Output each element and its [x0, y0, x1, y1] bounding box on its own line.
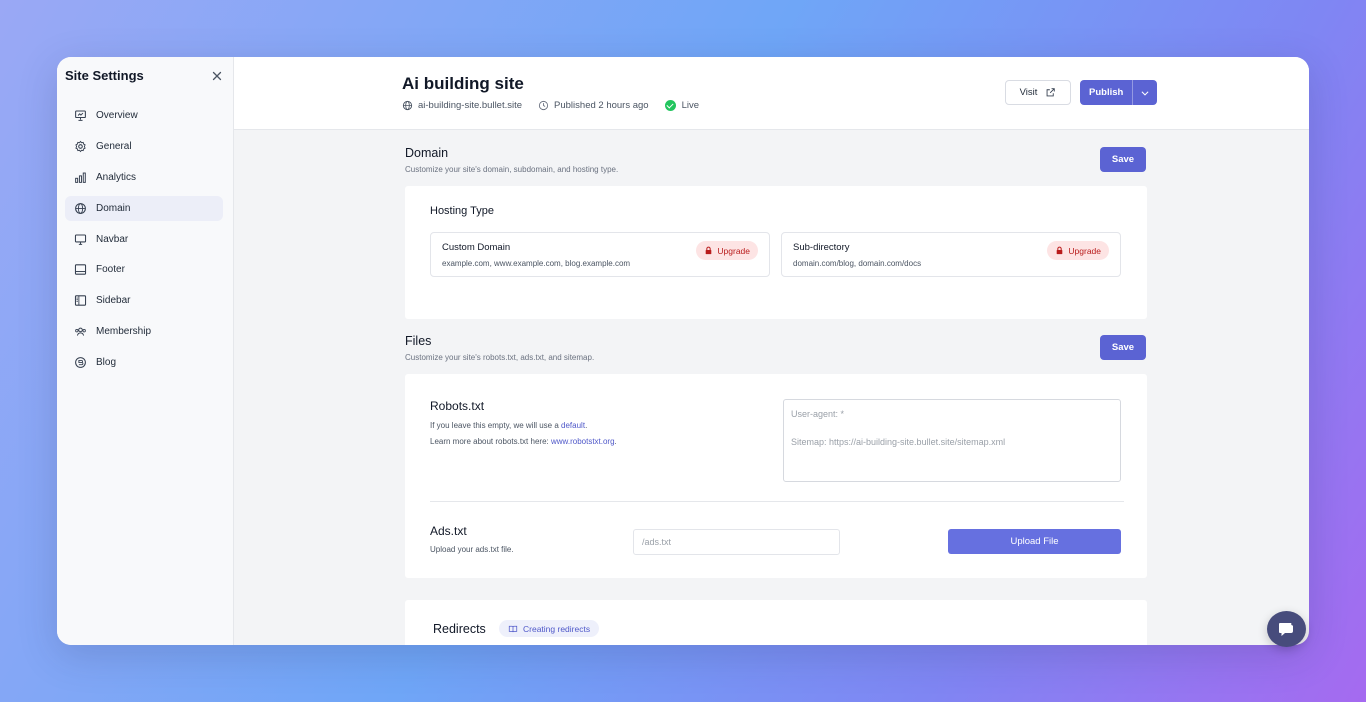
- sidebar-item-label: General: [96, 140, 132, 152]
- sidebar-item-overview[interactable]: Overview: [65, 103, 223, 128]
- upgrade-label: Upgrade: [717, 245, 750, 256]
- redirects-card: Redirects Creating redirects: [405, 600, 1147, 645]
- site-meta: ai-building-site.bullet.site Published 2…: [402, 100, 715, 111]
- creating-redirects-label: Creating redirects: [523, 623, 591, 634]
- sidebar-item-label: Navbar: [96, 233, 129, 245]
- files-card: Robots.txt If you leave this empty, we w…: [405, 374, 1147, 578]
- sidebar-item-general[interactable]: General: [65, 134, 223, 159]
- globe-icon: [75, 202, 86, 214]
- settings-content: Domain Customize your site's domain, sub…: [234, 130, 1309, 645]
- ads-help: Upload your ads.txt file.: [430, 545, 514, 554]
- sidebar-item-label: Sidebar: [96, 295, 131, 307]
- page-title: Ai building site: [402, 74, 524, 93]
- sidebar-item-footer[interactable]: Footer: [65, 257, 223, 282]
- option-title: Custom Domain: [442, 242, 511, 253]
- sidebar: Site Settings Overview General Analytics…: [57, 57, 234, 645]
- sidebar-item-label: Overview: [96, 110, 138, 121]
- upgrade-label: Upgrade: [1068, 245, 1101, 256]
- blog-icon: [75, 357, 86, 369]
- ads-file-input[interactable]: /ads.txt: [633, 529, 840, 555]
- sidebar-layout-icon: [74, 295, 87, 307]
- sidebar-nav: Overview General Analytics Domain Navbar…: [65, 103, 223, 381]
- option-description: example.com, www.example.com, blog.examp…: [442, 259, 631, 268]
- upgrade-badge[interactable]: Upgrade: [696, 241, 758, 260]
- clock-icon: [538, 100, 549, 111]
- gear-icon: [75, 140, 86, 153]
- robotstxt-link[interactable]: www.robotstxt.org: [551, 437, 615, 446]
- visit-button[interactable]: Visit: [1005, 80, 1071, 105]
- sidebar-item-membership[interactable]: Membership: [65, 319, 223, 344]
- publish-label: Publish: [1089, 87, 1124, 98]
- custom-domain-option[interactable]: Custom Domain example.com, www.example.c…: [430, 232, 770, 277]
- publish-button[interactable]: Publish: [1080, 80, 1157, 105]
- publish-time: Published 2 hours ago: [538, 100, 649, 111]
- files-section-subtitle: Customize your site's robots.txt, ads.tx…: [405, 353, 595, 362]
- sidebar-item-navbar[interactable]: Navbar: [65, 227, 223, 252]
- close-icon[interactable]: [209, 68, 225, 84]
- upload-file-button[interactable]: Upload File: [948, 529, 1121, 554]
- status-badge: Live: [664, 100, 700, 111]
- redirects-title: Redirects: [433, 622, 486, 636]
- site-settings-window: Site Settings Overview General Analytics…: [57, 57, 1309, 645]
- bar-chart-icon: [75, 172, 86, 183]
- option-description: domain.com/blog, domain.com/docs: [793, 259, 922, 268]
- status-text: Live: [681, 100, 700, 111]
- robots-title: Robots.txt: [430, 399, 485, 413]
- sidebar-item-label: Blog: [96, 357, 117, 369]
- creating-redirects-link[interactable]: Creating redirects: [499, 620, 600, 637]
- domain-save-button[interactable]: Save: [1100, 147, 1146, 172]
- robots-learn-text: Learn more about robots.txt here:: [430, 437, 551, 446]
- sidebar-item-analytics[interactable]: Analytics: [65, 165, 223, 190]
- sidebar-header: Site Settings: [65, 68, 225, 88]
- sidebar-item-label: Footer: [96, 264, 125, 276]
- hosting-type-label: Hosting Type: [430, 205, 495, 217]
- files-save-button[interactable]: Save: [1100, 335, 1146, 360]
- default-link[interactable]: default: [561, 421, 585, 430]
- divider: [430, 501, 1124, 502]
- robots-help-text: If you leave this empty, we will use a: [430, 421, 562, 430]
- check-circle-icon: [664, 100, 676, 111]
- ads-title: Ads.txt: [430, 524, 467, 538]
- sidebar-item-blog[interactable]: Blog: [65, 350, 223, 375]
- domain-section-title: Domain: [405, 146, 449, 160]
- domain-card: Hosting Type Custom Domain example.com, …: [405, 186, 1147, 319]
- robots-learn-suffix: .: [614, 437, 617, 446]
- sidebar-item-sidebar[interactable]: Sidebar: [65, 288, 223, 313]
- sub-directory-option[interactable]: Sub-directory domain.com/blog, domain.co…: [781, 232, 1121, 277]
- lock-icon: [706, 246, 712, 255]
- monitor-icon: [74, 234, 87, 245]
- chat-support-button[interactable]: [1267, 611, 1306, 647]
- book-icon: [508, 625, 518, 632]
- chevron-down-icon: [1141, 90, 1149, 96]
- sidebar-item-label: Membership: [96, 326, 152, 338]
- globe-icon: [402, 100, 413, 111]
- presentation-icon: [75, 110, 86, 121]
- external-link-icon: [1047, 88, 1056, 97]
- sidebar-item-label: Analytics: [96, 171, 137, 183]
- footer-layout-icon: [74, 264, 87, 276]
- robots-help-learn: Learn more about robots.txt here: www.ro…: [430, 437, 617, 446]
- site-domain: ai-building-site.bullet.site: [402, 100, 522, 111]
- chat-icon: [1278, 622, 1294, 636]
- files-section-title: Files: [405, 334, 432, 348]
- page-header: Ai building site ai-building-site.bullet…: [234, 57, 1309, 130]
- robots-help-suffix: .: [585, 421, 588, 430]
- visit-label: Visit: [1019, 87, 1038, 98]
- sidebar-item-domain[interactable]: Domain: [65, 195, 223, 221]
- lock-icon: [1057, 246, 1063, 255]
- users-icon: [75, 327, 86, 336]
- robots-textarea[interactable]: User-agent: * Sitemap: https://ai-buildi…: [783, 399, 1121, 482]
- option-title: Sub-directory: [793, 242, 850, 253]
- publish-time-text: Published 2 hours ago: [554, 100, 649, 111]
- publish-dropdown-toggle[interactable]: [1132, 80, 1157, 105]
- sidebar-item-label: Domain: [96, 202, 131, 214]
- upgrade-badge[interactable]: Upgrade: [1047, 241, 1109, 260]
- domain-section-subtitle: Customize your site's domain, subdomain,…: [405, 165, 619, 174]
- site-domain-text: ai-building-site.bullet.site: [418, 100, 523, 111]
- sidebar-title: Site Settings: [65, 68, 144, 83]
- robots-help-default: If you leave this empty, we will use a d…: [430, 421, 587, 430]
